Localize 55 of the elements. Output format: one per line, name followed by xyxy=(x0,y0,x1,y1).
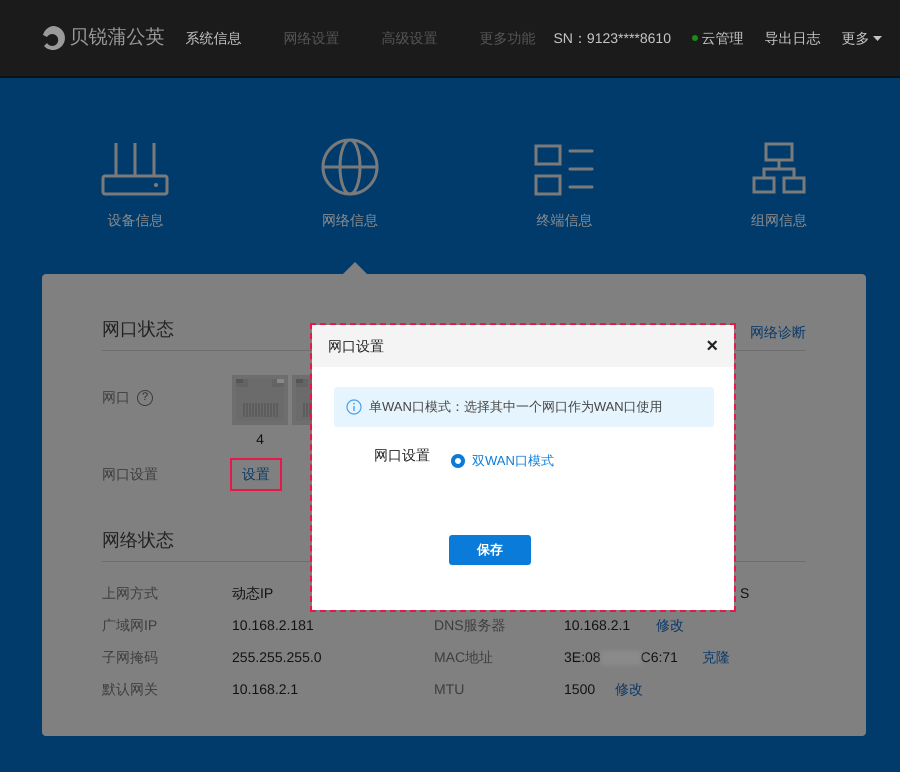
settings-link[interactable]: 设置 xyxy=(232,460,280,488)
info-value: 255.255.255.0 xyxy=(232,648,323,667)
router-icon xyxy=(101,141,170,196)
modal-title: 网口设置 xyxy=(328,336,384,356)
nav-tab[interactable]: 系统信息 xyxy=(186,28,242,48)
category-tab[interactable]: 设备信息 xyxy=(107,210,164,231)
export-log-link[interactable]: 导出日志 xyxy=(764,28,820,48)
info-value: 10.168.2.1 xyxy=(232,680,300,699)
info-value: 10.168.2.181 xyxy=(232,616,315,635)
list-icon xyxy=(534,144,594,196)
caret-icon xyxy=(873,36,882,40)
globe-icon xyxy=(320,138,379,196)
logo-icon xyxy=(40,25,66,51)
info-value: C6:71 xyxy=(640,648,678,667)
info-label: 子网掩码 xyxy=(102,648,159,667)
info-label: 上网方式 xyxy=(102,584,159,603)
info-value: 3E:08 xyxy=(564,648,601,667)
info-value: S xyxy=(740,584,750,603)
ethernet-port-icon xyxy=(232,375,288,425)
info-icon xyxy=(346,399,362,415)
section-title: 网口状态 xyxy=(102,318,174,341)
info-label: MAC地址 xyxy=(434,648,494,667)
logo-text[interactable]: 贝锐蒲公英 xyxy=(70,24,164,52)
serial-number: SN：9123****8610 xyxy=(553,28,671,48)
edit-link[interactable]: 修改 xyxy=(656,615,684,636)
radio-button[interactable] xyxy=(451,454,465,468)
close-button[interactable]: × xyxy=(706,336,718,356)
info-label: 默认网关 xyxy=(102,680,159,699)
info-label: 广域网IP xyxy=(102,616,158,635)
section-title: 网络状态 xyxy=(102,530,174,550)
info-label: MTU xyxy=(434,680,466,699)
field-label: 网口 xyxy=(102,388,130,407)
network-icon xyxy=(752,142,806,196)
info-text: 单WAN口模式：选择其中一个网口作为WAN口使用 xyxy=(369,398,663,416)
more-menu[interactable]: 更多 xyxy=(842,28,870,48)
field-label: 网口设置 xyxy=(374,446,430,465)
diagnose-link[interactable]: 网络诊断 xyxy=(750,322,806,343)
field-label: 网口设置 xyxy=(102,464,159,484)
nav-tab[interactable]: 更多功能 xyxy=(480,28,536,48)
help-icon[interactable]: ? xyxy=(137,390,153,406)
category-tab[interactable]: 组网信息 xyxy=(750,210,807,231)
info-value: 10.168.2.1 xyxy=(564,616,630,635)
info-label: DNS服务器 xyxy=(434,616,507,635)
info-value: 动态IP xyxy=(232,584,274,603)
edit-link[interactable]: 克隆 xyxy=(702,647,730,668)
port-number: 4 xyxy=(256,430,264,448)
cloud-link[interactable]: 云管理 xyxy=(702,28,744,48)
category-tab[interactable]: 终端信息 xyxy=(536,210,592,231)
edit-link[interactable]: 修改 xyxy=(615,679,644,700)
save-button[interactable]: 保存 xyxy=(449,534,531,564)
nav-tab[interactable]: 高级设置 xyxy=(382,28,438,48)
radio-option[interactable]: 双WAN口模式 xyxy=(451,451,554,470)
nav-tab[interactable]: 网络设置 xyxy=(284,28,340,48)
category-tab[interactable]: 网络信息 xyxy=(322,210,378,231)
info-value: 1500 xyxy=(564,680,596,699)
